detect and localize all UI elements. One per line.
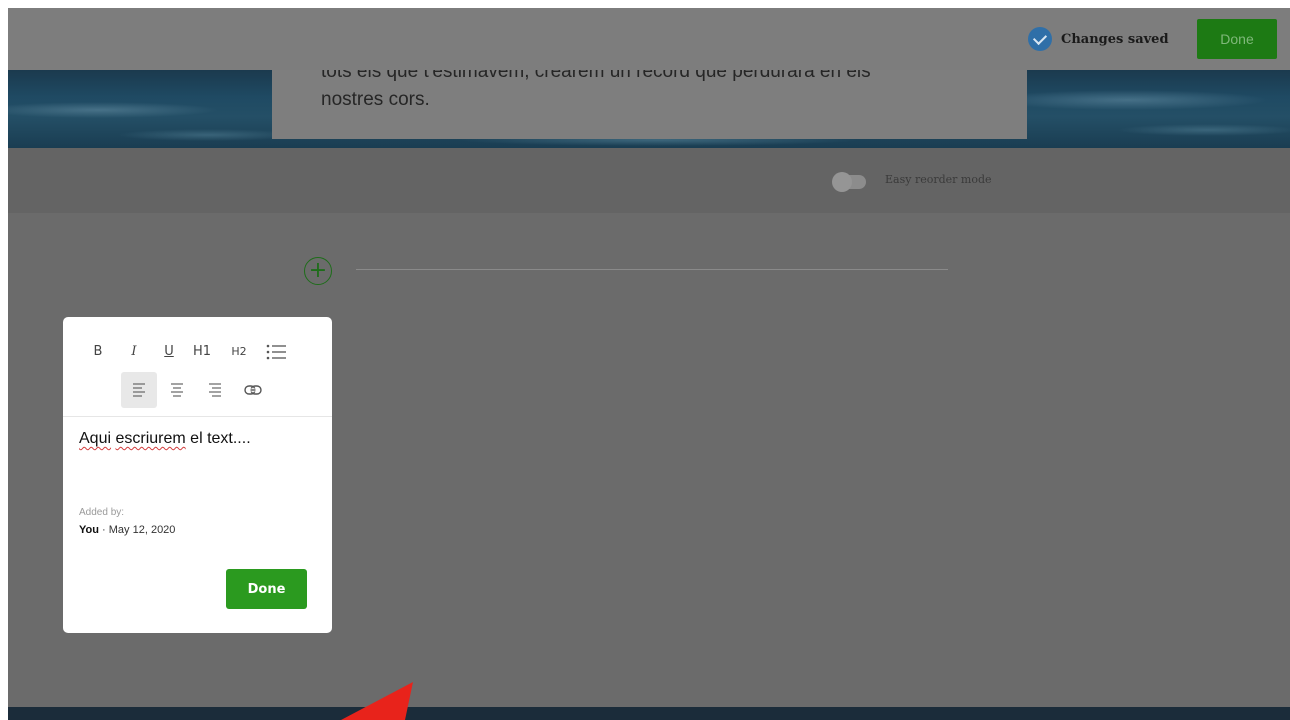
cover-image: tots els que t'estimàvem, crearem un rec… xyxy=(8,70,1290,148)
align-center-icon xyxy=(171,383,183,397)
intro-text-line-1: tots els que t'estimàvem, crearem un rec… xyxy=(321,70,871,82)
align-center-button[interactable] xyxy=(159,372,195,408)
intro-text: tots els que t'estimàvem, crearem un rec… xyxy=(321,70,981,114)
reorder-bar: Easy reorder mode xyxy=(8,148,1290,213)
editor-text-area[interactable]: Aqui escriurem el text.... xyxy=(79,430,251,448)
misspelled-word: Aqui xyxy=(79,430,112,447)
link-icon xyxy=(244,385,262,395)
misspelled-word: escriurem xyxy=(115,430,186,447)
added-date: May 12, 2020 xyxy=(108,524,176,536)
heading-1-button[interactable]: H1 xyxy=(188,338,216,366)
align-left-button[interactable] xyxy=(121,372,157,408)
add-block-button[interactable]: + xyxy=(304,257,332,285)
added-by-label: Added by: xyxy=(79,507,125,518)
page-frame: Changes saved Done tots els que t'estimà… xyxy=(8,8,1290,720)
plus-circle-icon: + xyxy=(308,258,328,283)
header-done-button[interactable]: Done xyxy=(1197,19,1277,59)
author-name: You xyxy=(79,524,99,536)
align-left-icon xyxy=(133,383,145,397)
top-bar: Changes saved Done xyxy=(8,8,1290,70)
card-done-button[interactable]: Done xyxy=(226,569,307,609)
align-toolbar xyxy=(121,372,271,408)
save-status: Changes saved xyxy=(1028,27,1169,51)
reorder-toggle-label: Easy reorder mode xyxy=(885,173,992,186)
link-button[interactable] xyxy=(235,372,271,408)
text-editor-card: B I U H1 H2 Aqui escriurem el text.... A… xyxy=(63,317,332,633)
bullet-list-button[interactable] xyxy=(262,338,290,366)
add-block-divider xyxy=(356,269,948,270)
italic-button[interactable]: I xyxy=(122,338,146,366)
format-toolbar: B I U H1 H2 xyxy=(86,338,316,366)
intro-text-card: tots els que t'estimàvem, crearem un rec… xyxy=(272,70,1027,139)
align-right-button[interactable] xyxy=(197,372,233,408)
align-right-icon xyxy=(209,383,221,397)
bullet-list-icon xyxy=(266,344,286,360)
editor-text-rest: el text.... xyxy=(185,430,251,447)
bottom-bar xyxy=(8,707,1290,720)
bold-button[interactable]: B xyxy=(86,338,110,366)
save-status-label: Changes saved xyxy=(1061,31,1169,47)
heading-2-button[interactable]: H2 xyxy=(225,338,253,366)
toolbar-divider xyxy=(63,416,332,417)
meta-separator: · xyxy=(102,524,106,536)
check-circle-icon xyxy=(1028,27,1052,51)
author-meta: You · May 12, 2020 xyxy=(79,524,175,536)
intro-text-line-2: nostres cors. xyxy=(321,89,430,110)
reorder-toggle[interactable] xyxy=(832,172,866,192)
underline-button[interactable]: U xyxy=(157,338,181,366)
